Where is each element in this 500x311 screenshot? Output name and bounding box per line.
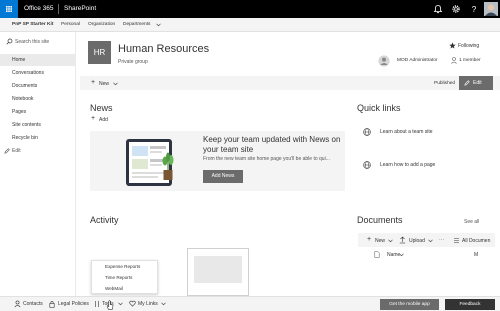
new-menu-button[interactable]: New xyxy=(99,81,109,87)
sharepoint-link[interactable]: SharePoint xyxy=(64,5,96,12)
app-launcher-button[interactable] xyxy=(0,0,18,18)
chevron-down-icon[interactable] xyxy=(388,239,393,243)
site-subtitle: Private group xyxy=(118,59,148,65)
chevron-down-icon[interactable] xyxy=(118,302,123,306)
svg-text:?: ? xyxy=(472,5,477,14)
person-icon xyxy=(378,55,390,67)
plus-icon: + xyxy=(367,236,372,243)
menu-item-webmail[interactable]: WebMail xyxy=(105,286,123,291)
heart-icon xyxy=(129,300,136,307)
hand-cursor-icon xyxy=(106,300,114,310)
footer-contacts-link[interactable]: Contacts xyxy=(23,301,43,307)
globe-icon xyxy=(363,128,371,136)
upload-icon xyxy=(399,236,406,244)
documents-new-button[interactable]: New xyxy=(375,238,385,244)
list-view-icon xyxy=(454,238,459,243)
hub-link-personal[interactable]: Personal xyxy=(61,22,80,27)
add-news-button[interactable]: Add News xyxy=(203,170,243,183)
see-all-link[interactable]: See all xyxy=(464,219,479,225)
hub-link-organization[interactable]: Organization xyxy=(88,22,115,27)
documents-heading: Documents xyxy=(357,215,403,225)
contact-icon xyxy=(14,300,21,308)
document-icon xyxy=(374,251,380,258)
office365-link[interactable]: Office 365 xyxy=(24,5,54,12)
get-mobile-app-button[interactable]: Get the mobile app xyxy=(380,299,439,310)
tools-dropdown-menu: Expense Reports Time Reports WebMail xyxy=(91,260,158,294)
plus-icon: + xyxy=(91,79,96,86)
member-icon xyxy=(451,57,457,64)
search-input[interactable]: Search this site xyxy=(15,39,49,45)
add-news-link[interactable]: Add xyxy=(99,117,108,123)
menu-item-time-reports[interactable]: Time Reports xyxy=(105,275,132,280)
quick-link-team-site[interactable]: Learn about a team site xyxy=(380,129,433,135)
hub-navigation-bar: PnP SP Starter Kit Personal Organization… xyxy=(0,18,500,32)
tools-icon xyxy=(95,301,99,307)
site-owner-name[interactable]: MOD Administrator xyxy=(397,58,438,63)
plant-icon xyxy=(162,152,174,180)
feedback-button[interactable]: Feedback xyxy=(445,299,495,310)
lock-icon xyxy=(49,301,55,308)
activity-card-image xyxy=(194,256,242,283)
documents-upload-button[interactable]: Upload xyxy=(409,238,425,244)
help-icon[interactable]: ? xyxy=(469,4,479,14)
nav-item-recycle-bin[interactable]: Recycle bin xyxy=(0,132,76,144)
search-icon xyxy=(6,38,13,45)
following-button[interactable]: Following xyxy=(458,43,479,49)
globe-icon xyxy=(363,161,371,169)
pencil-icon xyxy=(464,80,470,86)
user-avatar[interactable] xyxy=(484,2,498,16)
news-heading: News xyxy=(90,103,113,113)
footer-legal-link[interactable]: Legal Policies xyxy=(58,301,89,307)
chevron-down-icon[interactable] xyxy=(428,239,433,243)
footer-mylinks-button[interactable]: My Links xyxy=(138,301,158,307)
quick-links-heading: Quick links xyxy=(357,103,401,113)
waffle-icon xyxy=(6,6,12,12)
gear-icon[interactable] xyxy=(451,4,461,14)
chevron-down-icon[interactable] xyxy=(399,253,404,257)
nav-item-pages[interactable]: Pages xyxy=(0,106,76,118)
nav-item-notebook[interactable]: Notebook xyxy=(0,93,76,105)
chevron-down-icon[interactable] xyxy=(113,82,118,86)
site-search-box[interactable]: Search this site xyxy=(4,36,72,47)
news-banner-title: Keep your team updated with News on your… xyxy=(203,135,341,154)
menu-item-expense-reports[interactable]: Expense Reports xyxy=(105,264,140,269)
suite-bar: Office 365 SharePoint ? xyxy=(0,0,500,18)
site-title[interactable]: Human Resources xyxy=(118,43,209,55)
nav-item-home[interactable]: Home xyxy=(0,54,76,66)
nav-item-site-contents[interactable]: Site contents xyxy=(0,119,76,131)
pencil-icon[interactable] xyxy=(4,148,10,154)
edit-page-button[interactable]: Edit xyxy=(459,76,493,90)
hub-title[interactable]: PnP SP Starter Kit xyxy=(12,22,53,27)
publish-status: Published xyxy=(434,81,456,86)
nav-item-documents[interactable]: Documents xyxy=(0,80,76,92)
member-count[interactable]: 1 member xyxy=(459,58,481,63)
chevron-down-icon[interactable] xyxy=(161,302,166,306)
activity-heading: Activity xyxy=(90,215,119,225)
bell-icon[interactable] xyxy=(433,4,443,14)
edit-label: Edit xyxy=(473,80,482,86)
user-photo-icon xyxy=(484,2,498,16)
hub-link-departments[interactable]: Departments xyxy=(123,22,150,27)
chevron-down-icon[interactable] xyxy=(156,23,161,27)
nav-item-conversations[interactable]: Conversations xyxy=(0,67,76,79)
nav-edit-link[interactable]: Edit xyxy=(12,148,21,154)
site-logo[interactable]: HR xyxy=(88,41,111,64)
view-selector[interactable]: All Documen xyxy=(462,238,490,244)
news-banner-text: From the new team site home page you'll … xyxy=(203,156,330,162)
star-icon[interactable] xyxy=(449,42,456,49)
column-header-modified[interactable]: M xyxy=(474,252,478,258)
quick-link-add-page[interactable]: Learn how to add a page xyxy=(380,162,435,168)
plus-icon: + xyxy=(91,115,96,122)
more-icon[interactable]: ··· xyxy=(439,237,444,243)
suite-divider xyxy=(58,4,59,14)
